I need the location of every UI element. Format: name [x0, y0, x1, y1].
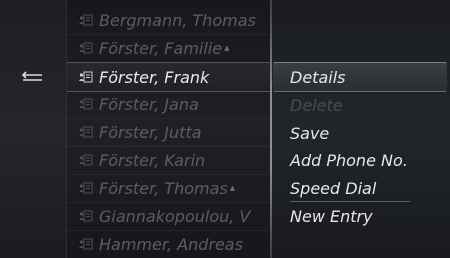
- contact-list[interactable]: Bergmann, Thomas Förster, Familie ▲ Förster…: [67, 0, 270, 258]
- contact-row[interactable]: Förster, Jutta: [67, 118, 270, 147]
- more-numbers-indicator-icon: ▲: [229, 184, 236, 192]
- contact-row[interactable]: Hammer, Andreas: [67, 230, 270, 258]
- menu-item-speed-dial[interactable]: Speed Dial: [290, 175, 446, 201]
- left-control-strip: [0, 0, 67, 258]
- menu-item-details[interactable]: Details: [290, 64, 446, 90]
- contact-row[interactable]: Förster, Jana: [67, 90, 270, 119]
- contact-name: Förster, Jutta: [99, 122, 202, 142]
- menu-item-new-entry[interactable]: New Entry: [290, 203, 446, 229]
- contact-row[interactable]: Bergmann, Thomas: [67, 6, 270, 35]
- phonebook-screen: Bergmann, Thomas Förster, Familie ▲ Förster…: [0, 0, 450, 258]
- back-button[interactable]: [0, 63, 66, 89]
- menu-item-save[interactable]: Save: [290, 120, 446, 146]
- contact-card-icon: [67, 238, 99, 250]
- contact-name: Förster, Familie: [99, 38, 223, 58]
- contact-card-icon: [67, 98, 99, 110]
- menu-item-add-phone[interactable]: Add Phone No.: [290, 147, 446, 173]
- contact-name: Giannakopoulou, V: [99, 206, 251, 226]
- contact-card-icon: [67, 42, 99, 54]
- contact-name: Bergmann, Thomas: [99, 10, 256, 30]
- contact-card-icon: [67, 126, 99, 138]
- menu-separator: [290, 201, 410, 202]
- contact-row[interactable]: Giannakopoulou, V: [67, 202, 270, 231]
- contact-name: Förster, Frank: [99, 67, 210, 87]
- back-arrow-icon: [21, 67, 44, 86]
- contact-card-icon: [67, 71, 99, 83]
- menu-item-delete: Delete: [290, 95, 343, 115]
- contact-row[interactable]: Förster, Familie ▲: [67, 34, 270, 63]
- contact-name: Förster, Karin: [99, 150, 206, 170]
- more-numbers-indicator-icon: ▲: [224, 44, 230, 52]
- contact-name: Hammer, Andreas: [99, 234, 243, 254]
- contact-card-icon: [67, 154, 99, 166]
- contact-card-icon: [67, 182, 99, 194]
- contact-row[interactable]: Förster, Karin: [67, 146, 270, 175]
- contact-name: Förster, Jana: [99, 94, 199, 114]
- contact-row-selected[interactable]: Förster, Frank: [67, 62, 270, 92]
- contact-card-icon: [67, 14, 99, 26]
- contact-name: Förster, Thomas: [99, 178, 228, 198]
- contact-card-icon: [67, 210, 99, 222]
- contact-row[interactable]: Förster, Thomas ▲: [67, 174, 270, 203]
